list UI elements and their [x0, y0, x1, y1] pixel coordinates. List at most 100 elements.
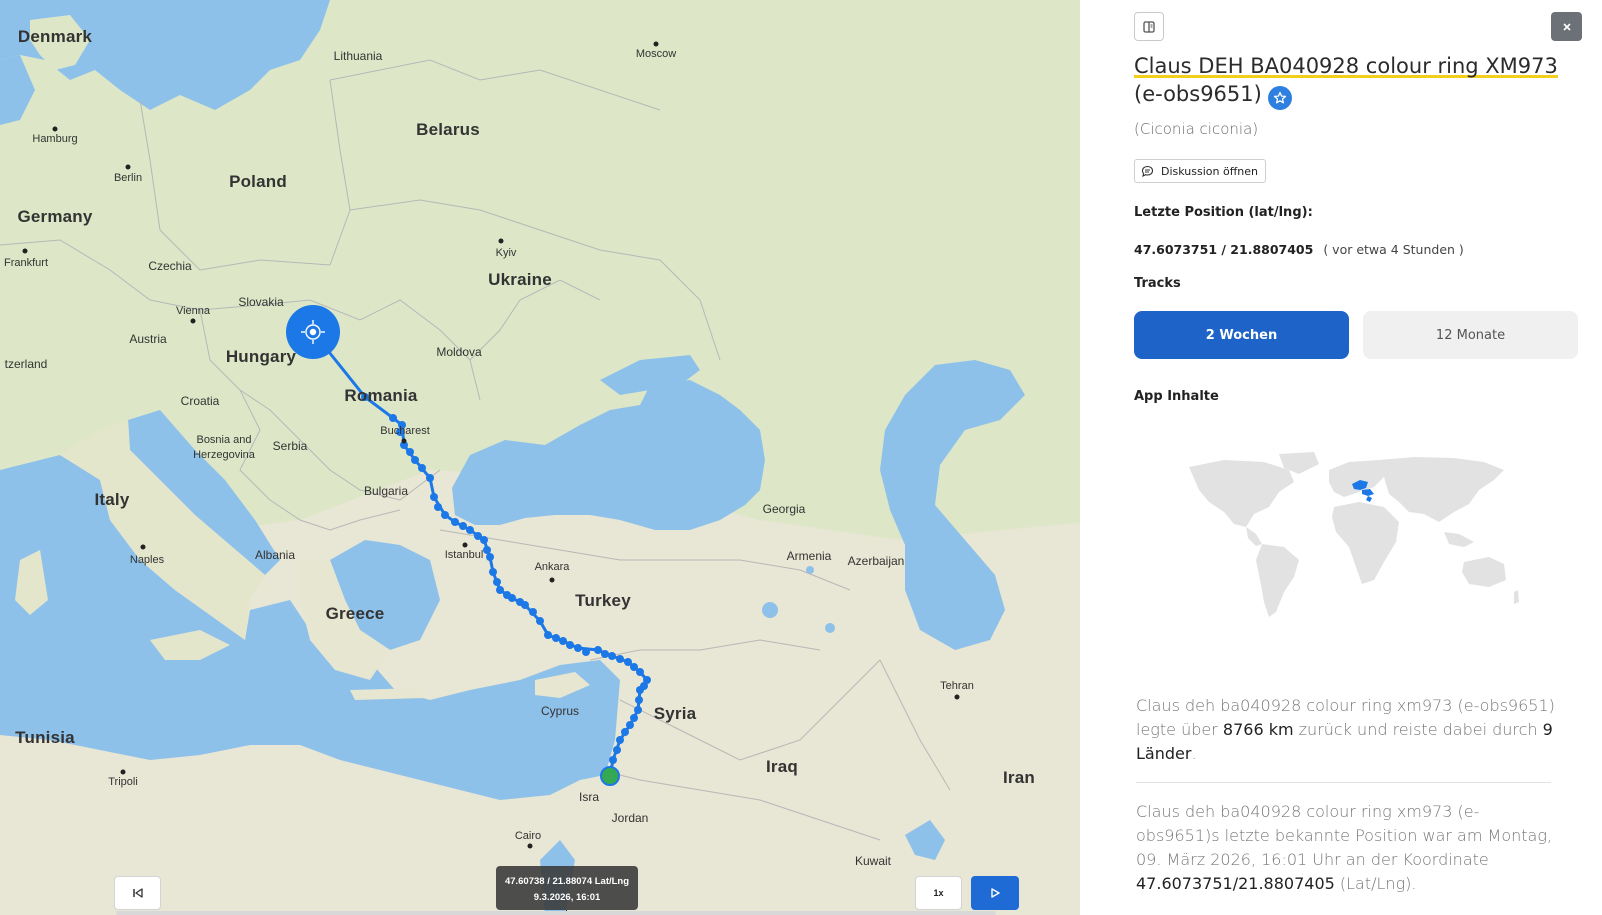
- map-city-label: Moscow: [635, 48, 677, 60]
- map-label: Greece: [325, 604, 385, 623]
- map-label: Isra: [578, 790, 600, 804]
- sidebar-toggle-icon: [1143, 20, 1155, 33]
- map-label: Hungary: [225, 347, 297, 366]
- city-dot: [462, 542, 468, 548]
- tab-2-weeks[interactable]: 2 Wochen: [1134, 311, 1349, 359]
- map-label: Italy: [94, 490, 130, 509]
- map-label: Cyprus: [540, 704, 580, 718]
- map-city-label: Frankfurt: [3, 257, 49, 269]
- map-label: Lithuania: [333, 49, 383, 63]
- map-label: Azerbaijan: [847, 554, 905, 568]
- distance-value: 8766 km: [1222, 720, 1294, 739]
- start-point: [600, 766, 620, 786]
- tab-12-months[interactable]: 12 Monate: [1363, 311, 1578, 359]
- last-position-age: ( vor etwa 4 Stunden ): [1323, 242, 1464, 257]
- city-dot: [401, 438, 407, 444]
- city-dot: [653, 41, 659, 47]
- open-discussion-button[interactable]: Diskussion öffnen: [1134, 159, 1266, 183]
- map-label: Iran: [1003, 768, 1035, 787]
- position-tooltip: 47.60738 / 21.88074 Lat/Lng 9.3.2026, 16…: [496, 866, 638, 914]
- map-city-label: Tehran: [940, 680, 974, 692]
- speed-button[interactable]: 1x: [915, 876, 962, 910]
- map-label: Herzegovina: [193, 449, 255, 461]
- skip-back-button[interactable]: [114, 876, 161, 910]
- tracks-heading: Tracks: [1134, 276, 1181, 291]
- map-label: Jordan: [611, 811, 649, 825]
- map-basemap: [0, 0, 1106, 915]
- map-label: Syria: [653, 704, 697, 723]
- app-root: Denmark Lithuania Belarus Poland Germany…: [0, 0, 1602, 915]
- close-icon: [1562, 22, 1571, 31]
- last-position: 47.6073751 / 21.8807405 ( vor etwa 4 Stun…: [1134, 242, 1464, 257]
- map-city-label: Naples: [129, 554, 165, 566]
- animal-name-highlighted: Claus DEH BA040928 colour ring XM973: [1134, 54, 1558, 78]
- city-dot: [190, 318, 196, 324]
- close-button[interactable]: [1551, 12, 1582, 41]
- city-dot: [527, 843, 533, 849]
- last-known-text: (Lat/Lng).: [1334, 874, 1417, 893]
- play-icon: [991, 888, 1000, 898]
- last-position-value: 47.6073751 / 21.8807405: [1134, 242, 1314, 257]
- city-dot: [549, 577, 555, 583]
- skip-back-icon: [132, 888, 143, 898]
- map-label: Slovakia: [238, 295, 284, 309]
- map-label: Moldova: [436, 345, 482, 359]
- map-label: Ukraine: [488, 270, 552, 289]
- travel-summary: Claus deh ba040928 colour ring xm973 (e-…: [1136, 694, 1556, 766]
- map-label: Armenia: [786, 549, 832, 563]
- map-label: Croatia: [180, 394, 220, 408]
- map-city-label: Vienna: [175, 305, 211, 317]
- world-map-thumbnail: [1189, 452, 1519, 617]
- summary-text: .: [1191, 744, 1197, 763]
- last-known-text: Claus deh ba040928 colour ring xm973 (e-…: [1136, 802, 1553, 869]
- play-button[interactable]: [971, 876, 1019, 910]
- map-city-label: Tripoli: [108, 776, 138, 788]
- map-label: Belarus: [416, 120, 480, 139]
- map-label: Denmark: [17, 27, 93, 46]
- map-label: Czechia: [148, 259, 192, 273]
- last-known-position-text: Claus deh ba040928 colour ring xm973 (e-…: [1136, 800, 1556, 896]
- map-label: Albania: [254, 548, 296, 562]
- last-known-coordinate: 47.6073751/21.8807405: [1136, 874, 1335, 893]
- city-dot: [954, 694, 960, 700]
- map-city-label: Cairo: [514, 830, 542, 842]
- chat-icon: [1141, 165, 1154, 177]
- map-city-label: Ankara: [534, 561, 570, 573]
- app-content-heading: App Inhalte: [1134, 389, 1219, 404]
- summary-text: zurück und reiste dabei durch: [1293, 720, 1543, 739]
- map-city-label: Berlin: [113, 172, 143, 184]
- horizontal-scrollbar[interactable]: [116, 911, 996, 915]
- map-city-label: Istanbul: [444, 549, 484, 561]
- map-label: Iraq: [766, 757, 798, 776]
- last-position-heading: Letzte Position (lat/lng):: [1134, 205, 1313, 220]
- city-dot: [120, 769, 126, 775]
- map-label: Kuwait: [854, 854, 892, 868]
- map-label: Bulgaria: [363, 484, 409, 498]
- tooltip-datetime: 9.3.2026, 16:01: [533, 892, 601, 903]
- city-dot: [52, 126, 58, 132]
- sidebar-toggle-button[interactable]: [1134, 12, 1164, 41]
- city-dot: [498, 238, 504, 244]
- map-label: Bosnia and: [196, 434, 252, 446]
- divider: [1136, 782, 1551, 783]
- map-label: Turkey: [575, 591, 631, 610]
- map-view[interactable]: Denmark Lithuania Belarus Poland Germany…: [0, 0, 1106, 915]
- detail-panel: Claus DEH BA040928 colour ring XM973 (e-…: [1106, 0, 1602, 915]
- animal-tag: (e-obs9651): [1134, 82, 1262, 106]
- map-label: tzerland: [4, 357, 48, 371]
- map-label: Austria: [129, 332, 167, 346]
- city-dot: [140, 544, 146, 550]
- star-icon[interactable]: [1267, 86, 1292, 110]
- map-label: Georgia: [762, 502, 806, 516]
- city-dot: [125, 164, 131, 170]
- city-dot: [22, 248, 28, 254]
- animal-title: Claus DEH BA040928 colour ring XM973 (e-…: [1134, 52, 1584, 110]
- map-label: Germany: [17, 207, 93, 226]
- map-label: Serbia: [272, 439, 308, 453]
- map-label: Tunisia: [15, 728, 75, 747]
- scientific-name: (Ciconia ciconia): [1134, 120, 1259, 138]
- tooltip-coords: 47.60738 / 21.88074 Lat/Lng: [504, 876, 630, 887]
- open-discussion-label: Diskussion öffnen: [1161, 164, 1258, 178]
- map-city-label: Kyiv: [495, 247, 517, 259]
- map-city-label: Hamburg: [32, 133, 78, 145]
